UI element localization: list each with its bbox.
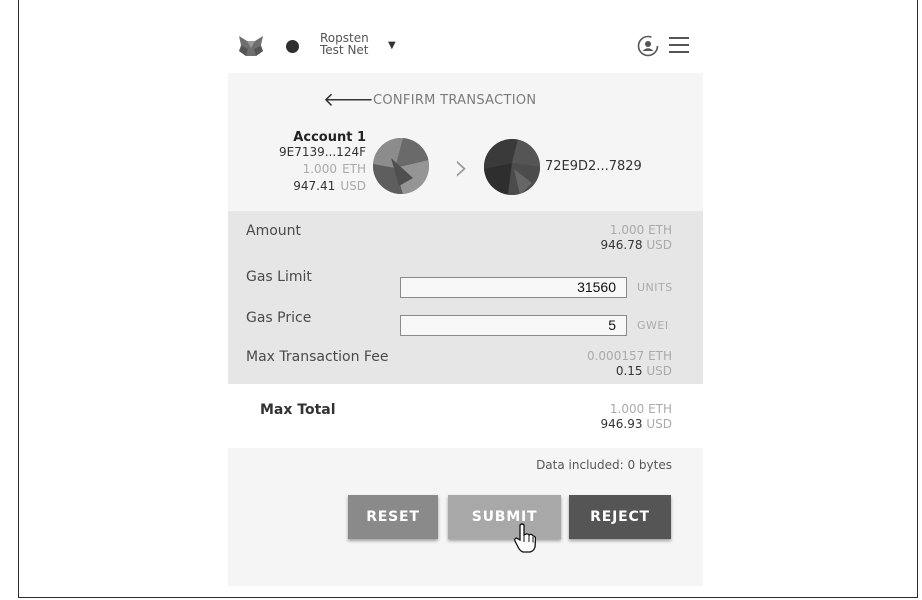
caret-down-icon[interactable]: ▼: [388, 40, 396, 51]
gas-limit-unit: UNITS: [637, 281, 673, 294]
amount-eth-unit: ETH: [648, 223, 672, 237]
to-address: 72E9D2...7829: [545, 159, 642, 174]
max-fee-usd: 0.15: [615, 364, 643, 378]
hand-pointer-icon: [514, 523, 536, 553]
data-included-text: Data included: 0 bytes: [536, 458, 672, 472]
top-bar: Ropsten Test Net ▼: [228, 23, 703, 73]
metamask-popup: Ropsten Test Net ▼ 🡐 CONFIRM TRANSACTION…: [228, 23, 703, 586]
from-balance-usd: 947.41: [293, 179, 336, 193]
network-dot-icon[interactable]: [286, 40, 299, 53]
reject-button[interactable]: REJECT: [569, 495, 671, 539]
max-total-label: Max Total: [260, 402, 336, 418]
max-total-value: 1.000 ETH 946.93 USD: [601, 402, 672, 432]
max-fee-eth-unit: ETH: [648, 349, 672, 363]
page-title: CONFIRM TRANSACTION: [373, 93, 537, 108]
network-selector[interactable]: Ropsten Test Net: [320, 32, 369, 56]
max-total-usd-unit: USD: [646, 417, 672, 431]
amount-label: Amount: [246, 223, 302, 239]
max-fee-usd-unit: USD: [646, 364, 672, 378]
submit-button[interactable]: SUBMIT: [448, 495, 561, 539]
gas-limit-input[interactable]: 31560: [400, 277, 627, 298]
from-avatar: [373, 138, 429, 194]
amount-value: 1.000 ETH 946.78 USD: [601, 223, 672, 253]
gas-price-label: Gas Price: [246, 310, 312, 326]
amount-usd: 946.78: [600, 238, 643, 252]
max-fee-eth: 0.000157: [586, 349, 645, 363]
max-fee-label: Max Transaction Fee: [246, 349, 389, 365]
from-account-name: Account 1: [293, 130, 366, 145]
from-usd-unit: USD: [340, 179, 366, 193]
max-total-section: Max Total 1.000 ETH 946.93 USD: [228, 384, 703, 448]
gas-limit-label: Gas Limit: [246, 269, 312, 285]
from-balance-eth: 1.000: [302, 162, 337, 176]
amount-usd-unit: USD: [646, 238, 672, 252]
reset-button[interactable]: RESET: [348, 495, 438, 539]
metamask-fox-icon[interactable]: [238, 35, 264, 57]
max-fee-value: 0.000157 ETH 0.15 USD: [587, 349, 672, 379]
to-avatar: [484, 139, 540, 195]
from-address: 9E7139...124F: [278, 145, 366, 159]
from-eth-unit: ETH: [342, 162, 366, 176]
max-total-usd: 946.93: [600, 417, 643, 431]
gas-price-unit: GWEI: [637, 319, 669, 332]
max-total-eth-unit: ETH: [648, 402, 672, 416]
chevron-right-icon: ›: [454, 145, 470, 189]
max-total-eth: 1.000: [609, 402, 645, 416]
network-name-line2: Test Net: [320, 43, 369, 57]
back-arrow-icon[interactable]: 🡐: [323, 91, 374, 110]
amount-eth: 1.000: [609, 223, 645, 237]
transaction-details: Amount 1.000 ETH 946.78 USD Gas Limit 31…: [228, 211, 703, 384]
account-icon[interactable]: [636, 34, 660, 58]
gas-price-input[interactable]: 5: [400, 315, 627, 336]
from-account: Account 1 9E7139...124F 1.000 ETH 947.41…: [279, 130, 366, 194]
hamburger-menu-icon[interactable]: [669, 37, 689, 53]
